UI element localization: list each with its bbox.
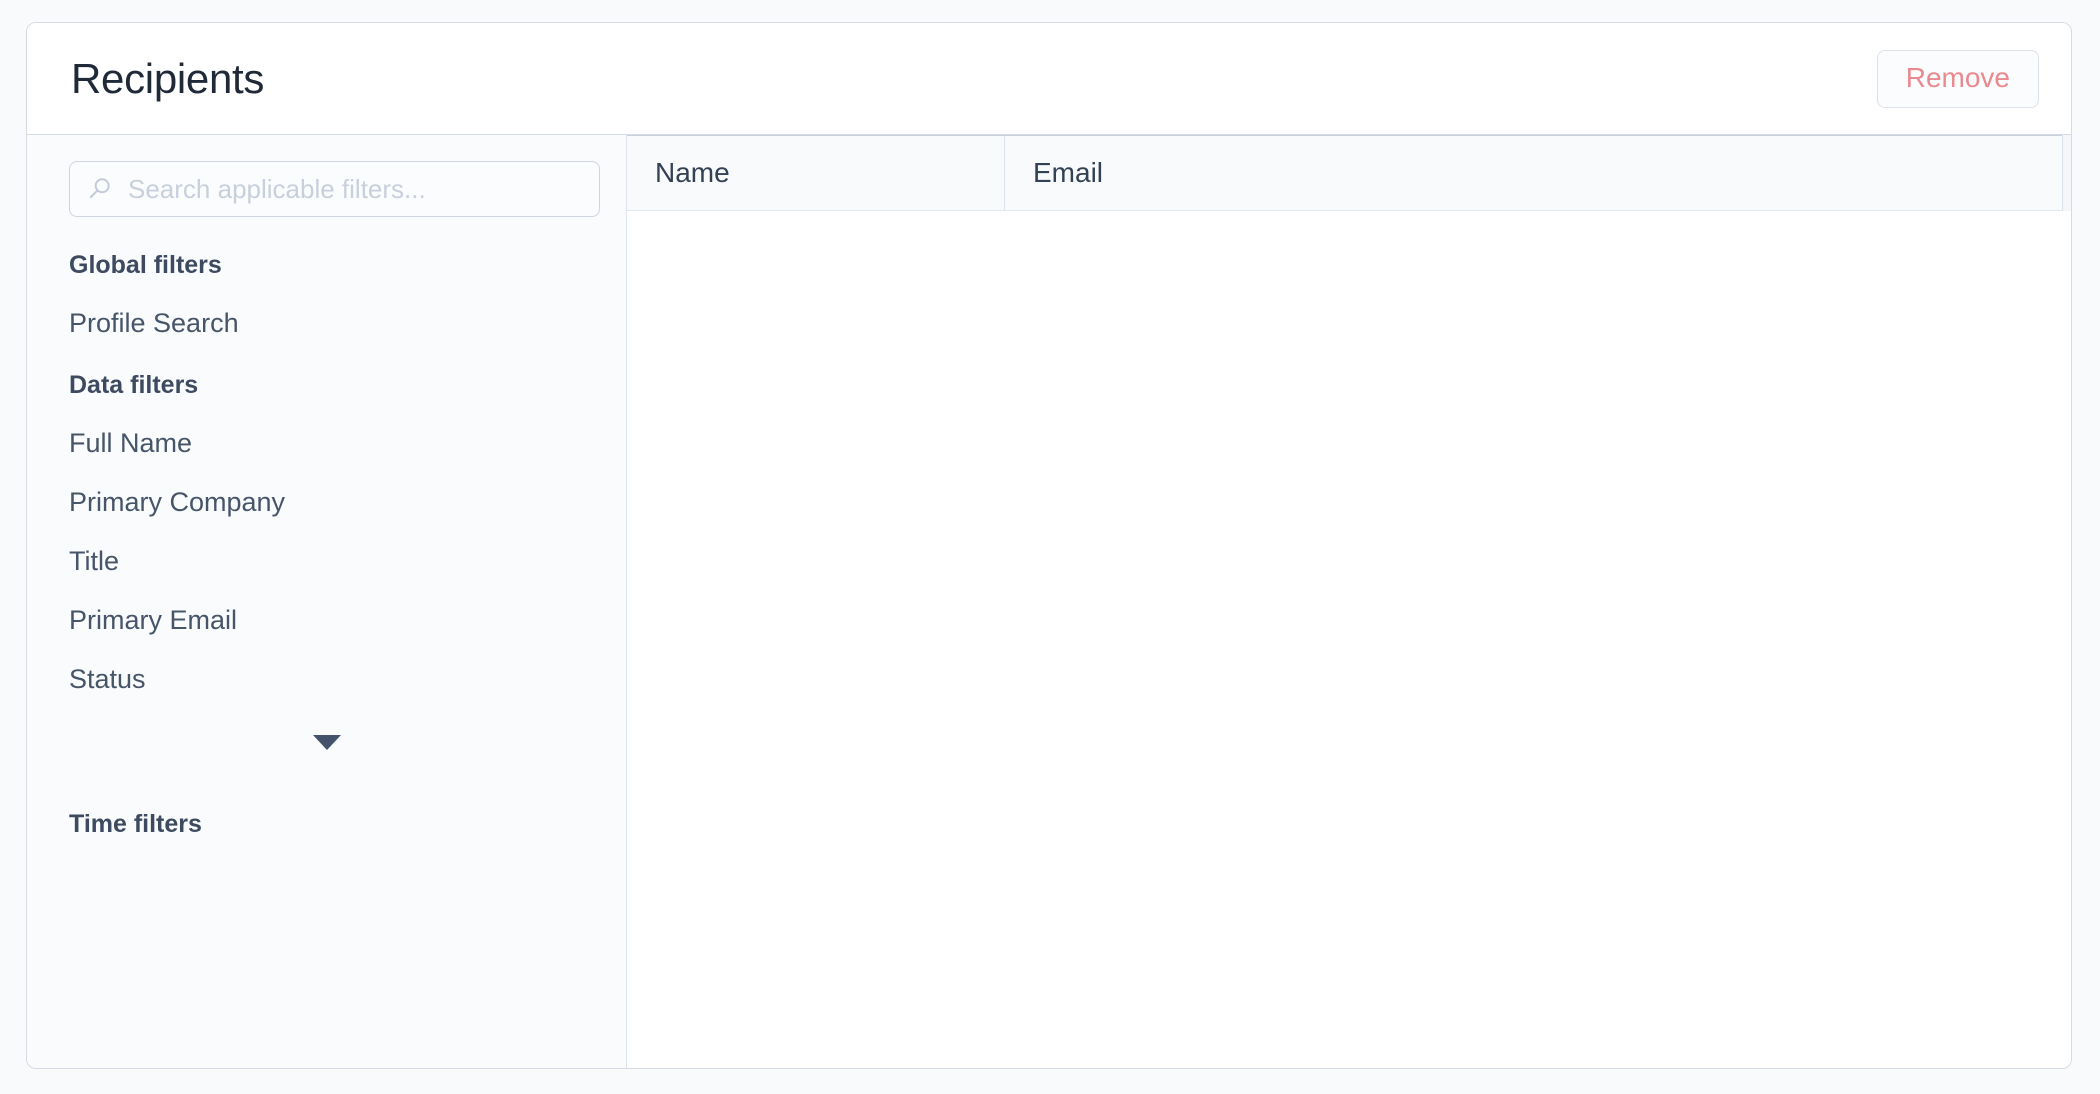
chevron-down-icon [312,735,341,750]
filter-item-full-name[interactable]: Full Name [27,398,626,457]
filters-sidebar: Global filters Profile Search Data filte… [27,135,627,1068]
column-header-email[interactable]: Email [1005,136,2071,210]
recipients-card: Recipients Remove Global filters Profile… [26,22,2072,1069]
filter-item-profile-search[interactable]: Profile Search [27,278,626,337]
show-more-filters-button[interactable] [27,693,626,750]
app-root: Recipients Remove Global filters Profile… [0,0,2100,1094]
search-field-wrapper [69,161,600,217]
filter-group-global: Global filters Profile Search [27,227,626,337]
page-title: Recipients [71,54,265,102]
table-scrollbar-track[interactable] [2062,135,2071,211]
card-header: Recipients Remove [27,23,2071,135]
table-body-empty [627,211,2071,1068]
group-heading-data-filters: Data filters [69,371,199,399]
filter-group-time: Time filters [27,760,626,837]
recipients-table: Name Email [627,135,2071,1068]
remove-button[interactable]: Remove [1876,49,2039,108]
filter-item-primary-email[interactable]: Primary Email [27,575,626,634]
group-heading-global-filters: Global filters [69,251,222,279]
filter-item-primary-company[interactable]: Primary Company [27,457,626,516]
group-heading-time-filters: Time filters [69,810,202,838]
filter-item-title[interactable]: Title [27,516,626,575]
filter-group-data: Data filters Full Name Primary Company T… [27,347,626,750]
card-body: Global filters Profile Search Data filte… [27,135,2071,1068]
table-header-row: Name Email [627,135,2071,211]
filter-item-status[interactable]: Status [27,634,626,693]
column-header-name[interactable]: Name [627,136,1005,210]
search-input[interactable] [69,161,600,217]
